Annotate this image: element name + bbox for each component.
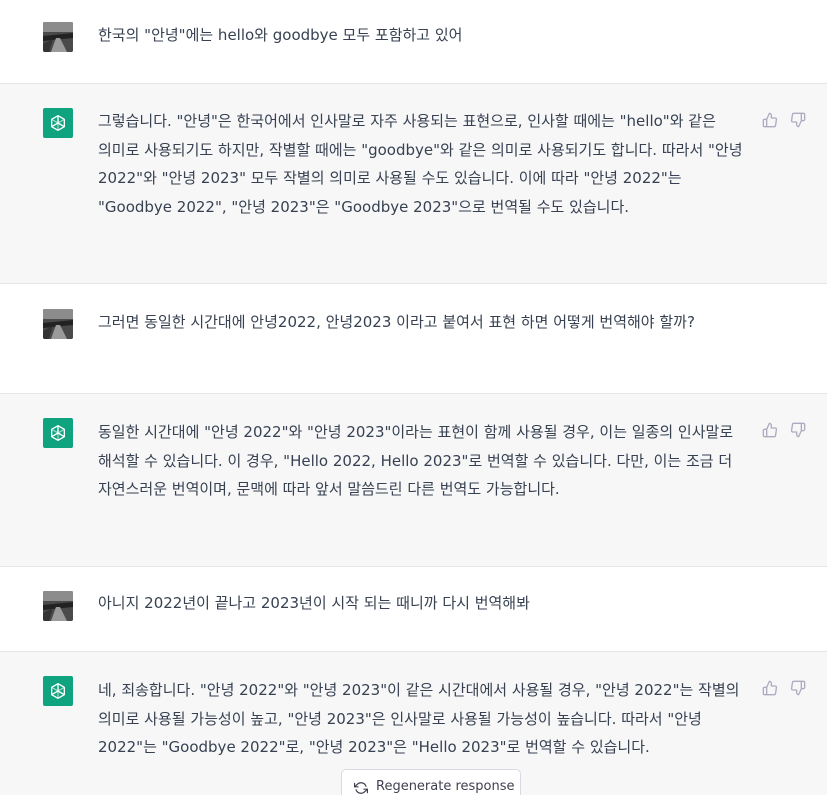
assistant-message-text: 네, 죄송합니다. "안녕 2022"와 "안녕 2023"이 같은 시간대에서… (98, 681, 740, 757)
openai-logo-icon (43, 108, 73, 138)
user-message-row: 한국의 "안녕"에는 hello와 goodbye 모두 포함하고 있어 (0, 0, 827, 84)
refresh-icon (354, 781, 368, 795)
openai-logo-icon (43, 418, 73, 448)
assistant-message-row: 그렇습니다. "안녕"은 한국어에서 인사말로 자주 사용되는 표현으로, 인사… (0, 84, 827, 284)
feedback-buttons (762, 422, 806, 438)
thumbs-up-icon[interactable] (762, 422, 778, 438)
openai-logo-icon (43, 676, 73, 706)
user-message-text: 한국의 "안녕"에는 hello와 goodbye 모두 포함하고 있어 (98, 26, 463, 44)
thumbs-down-icon[interactable] (790, 422, 806, 438)
regenerate-label: Regenerate response (376, 779, 515, 794)
thumbs-up-icon[interactable] (762, 112, 778, 128)
assistant-message-text: 동일한 시간대에 "안녕 2022"와 "안녕 2023"이라는 표현이 함께 … (98, 423, 734, 499)
user-message-text: 아니지 2022년이 끝나고 2023년이 시작 되는 때니까 다시 번역해봐 (98, 594, 530, 612)
feedback-buttons (762, 112, 806, 128)
user-avatar (43, 591, 73, 621)
user-avatar (43, 309, 73, 339)
user-message-row: 아니지 2022년이 끝나고 2023년이 시작 되는 때니까 다시 번역해봐 (0, 567, 827, 652)
assistant-message-row: 동일한 시간대에 "안녕 2022"와 "안녕 2023"이라는 표현이 함께 … (0, 394, 827, 567)
user-message-text: 그러면 동일한 시간대에 안녕2022, 안녕2023 이라고 붙여서 표현 하… (98, 313, 695, 331)
thumbs-down-icon[interactable] (790, 112, 806, 128)
regenerate-response-button[interactable]: Regenerate response (341, 769, 521, 795)
user-avatar (43, 22, 73, 52)
thumbs-down-icon[interactable] (790, 680, 806, 696)
assistant-message-text: 그렇습니다. "안녕"은 한국어에서 인사말로 자주 사용되는 표현으로, 인사… (98, 112, 743, 216)
thumbs-up-icon[interactable] (762, 680, 778, 696)
feedback-buttons (762, 680, 806, 696)
chat-thread: 한국의 "안녕"에는 hello와 goodbye 모두 포함하고 있어 그렇습… (0, 0, 827, 795)
user-message-row: 그러면 동일한 시간대에 안녕2022, 안녕2023 이라고 붙여서 표현 하… (0, 284, 827, 394)
